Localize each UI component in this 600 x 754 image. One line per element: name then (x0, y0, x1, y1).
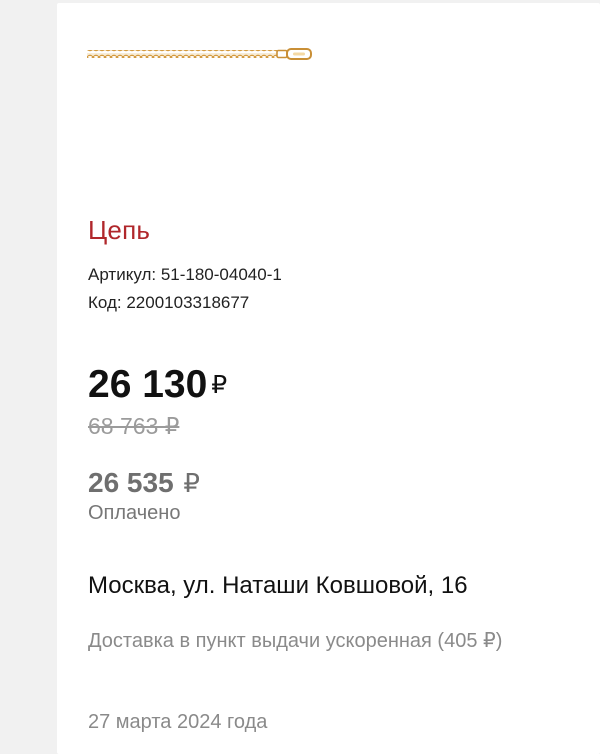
paid-amount-currency: ₽ (183, 468, 200, 498)
product-title[interactable]: Цепь (88, 215, 150, 246)
current-price-value: 26 130 (88, 363, 208, 406)
gold-chain-image[interactable] (87, 45, 317, 63)
delivery-address: Москва, ул. Наташи Ковшовой, 16 (88, 572, 468, 599)
paid-amount-value: 26 535 (88, 467, 174, 498)
current-price: 26 130 ₽ (88, 363, 227, 407)
current-price-currency: ₽ (211, 371, 228, 399)
product-code: Код: 2200103318677 (88, 293, 250, 312)
old-price: 68 763 ₽ (88, 413, 180, 439)
payment-status: Оплачено (88, 502, 181, 524)
order-item-card: Цепь Артикул: 51-180-04040-1 Код: 220010… (57, 3, 600, 754)
paid-amount: 26 535 ₽ (88, 467, 200, 499)
delivery-date: 27 марта 2024 года (88, 711, 268, 733)
product-sku: Артикул: 51-180-04040-1 (88, 265, 282, 284)
delivery-method: Доставка в пункт выдачи ускоренная (405 … (88, 630, 503, 652)
